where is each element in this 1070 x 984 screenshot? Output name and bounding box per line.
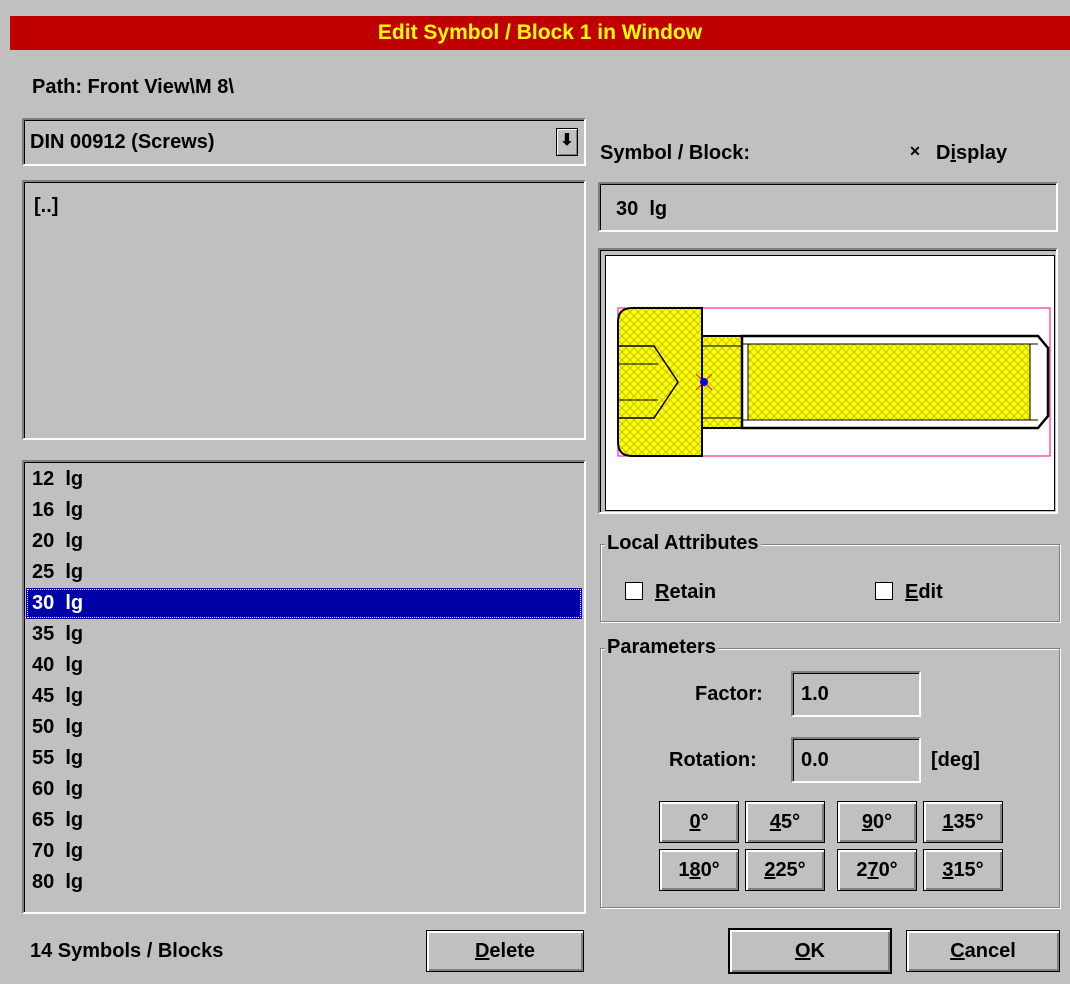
symbol-list-item[interactable]: 60 lg bbox=[26, 774, 582, 805]
dropdown-arrow-icon[interactable]: ⬇ bbox=[556, 128, 578, 156]
retain-checkbox-box[interactable] bbox=[625, 581, 643, 600]
angle-45-button[interactable]: 45° bbox=[745, 801, 825, 843]
angle-225-button[interactable]: 225° bbox=[745, 849, 825, 891]
angle-180-button[interactable]: 180° bbox=[659, 849, 739, 891]
factor-value: 1.0 bbox=[801, 683, 829, 705]
symbol-list-item[interactable]: 12 lg bbox=[26, 464, 582, 495]
local-attributes-title: Local Attributes bbox=[605, 531, 761, 555]
symbol-list-item[interactable]: 30 lg bbox=[26, 588, 582, 619]
rotation-input[interactable]: 0.0 bbox=[791, 737, 921, 783]
symbol-preview-frame bbox=[598, 248, 1058, 514]
symbol-list-item[interactable]: 35 lg bbox=[26, 619, 582, 650]
symbol-list-item[interactable]: 45 lg bbox=[26, 681, 582, 712]
insertion-point bbox=[700, 378, 708, 386]
angle-90-button[interactable]: 90° bbox=[837, 801, 917, 843]
factor-input[interactable]: 1.0 bbox=[791, 671, 921, 717]
symbol-list-item[interactable]: 70 lg bbox=[26, 836, 582, 867]
library-select[interactable]: DIN 00912 (Screws) ⬇ bbox=[22, 118, 586, 166]
symbol-count-label: 14 Symbols / Blocks bbox=[30, 940, 224, 962]
factor-label: Factor: bbox=[695, 683, 763, 705]
screw-drawing bbox=[617, 307, 1051, 457]
symbol-list-item[interactable]: 25 lg bbox=[26, 557, 582, 588]
folder-item-parent[interactable]: [..] bbox=[34, 192, 58, 220]
symbol-list-item[interactable]: 55 lg bbox=[26, 743, 582, 774]
angle-315-button[interactable]: 315° bbox=[923, 849, 1003, 891]
delete-button[interactable]: Delete bbox=[426, 930, 584, 972]
dialog-title: Edit Symbol / Block 1 in Window bbox=[10, 16, 1070, 50]
symbol-list[interactable]: 12 lg 16 lg 20 lg 25 lg 30 lg 35 lg 40 lg 45 lg… bbox=[22, 460, 586, 914]
symbol-preview bbox=[605, 255, 1055, 511]
edit-checkbox[interactable]: Edit bbox=[875, 577, 943, 607]
display-checkbox[interactable]: ✕ Display bbox=[906, 138, 1007, 168]
rotation-label: Rotation: bbox=[669, 749, 757, 771]
edit-checkbox-box[interactable] bbox=[875, 581, 893, 600]
symbol-list-item[interactable]: 16 lg bbox=[26, 495, 582, 526]
rotation-value: 0.0 bbox=[801, 749, 829, 771]
symbol-list-item[interactable]: 40 lg bbox=[26, 650, 582, 681]
path-label: Path: Front View\M 8\ bbox=[32, 76, 234, 98]
folder-list[interactable]: [..] bbox=[22, 180, 586, 440]
retain-checkbox[interactable]: Retain bbox=[625, 577, 716, 607]
local-attributes-group: Local Attributes Retain Edit bbox=[600, 531, 1060, 622]
angle-135-button[interactable]: 135° bbox=[923, 801, 1003, 843]
symbol-name-value: 30 lg bbox=[616, 198, 668, 220]
display-checkbox-box[interactable]: ✕ bbox=[906, 143, 924, 160]
symbol-list-item[interactable]: 80 lg bbox=[26, 867, 582, 898]
angle-0-button[interactable]: 0° bbox=[659, 801, 739, 843]
symbol-block-label: Symbol / Block: bbox=[600, 142, 751, 164]
angle-270-button[interactable]: 270° bbox=[837, 849, 917, 891]
symbol-list-item[interactable]: 20 lg bbox=[26, 526, 582, 557]
screw-thread bbox=[747, 343, 1031, 421]
rotation-unit: [deg] bbox=[931, 749, 980, 771]
cancel-button[interactable]: Cancel bbox=[906, 930, 1060, 972]
edit-symbol-dialog: Edit Symbol / Block 1 in Window Path: Fr… bbox=[0, 0, 1070, 984]
symbol-list-item[interactable]: 50 lg bbox=[26, 712, 582, 743]
library-select-value: DIN 00912 (Screws) bbox=[30, 131, 215, 153]
parameters-group: Parameters Factor: 1.0 Rotation: 0.0 [de… bbox=[600, 635, 1060, 908]
symbol-name-field: 30 lg bbox=[598, 182, 1058, 232]
ok-button[interactable]: OK bbox=[728, 928, 892, 974]
screw-head bbox=[617, 307, 703, 457]
symbol-list-item[interactable]: 65 lg bbox=[26, 805, 582, 836]
parameters-title: Parameters bbox=[605, 635, 718, 659]
